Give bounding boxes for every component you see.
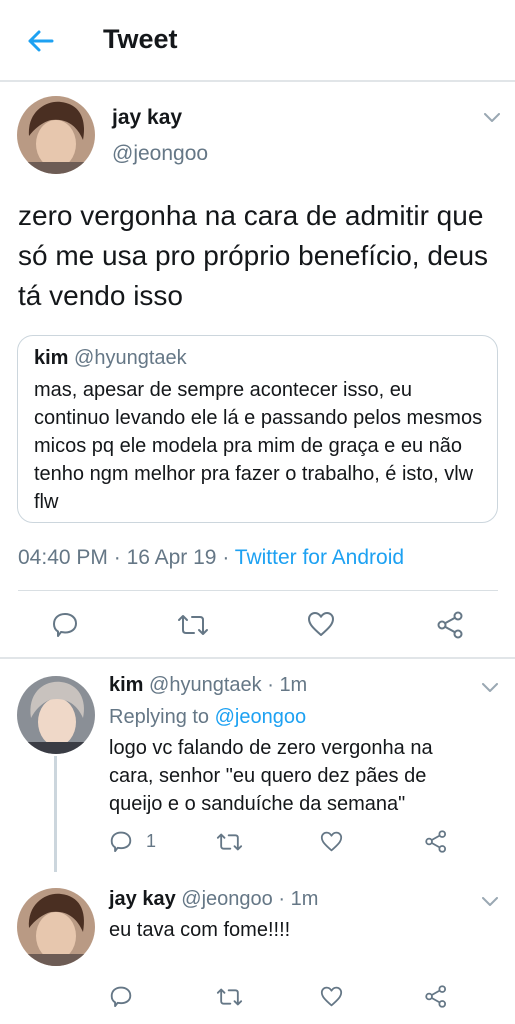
avatar-image bbox=[17, 96, 95, 174]
reply-icon bbox=[110, 986, 132, 1007]
quoted-tweet-header: kim @hyungtaek bbox=[34, 347, 187, 370]
reply-author-handle[interactable]: @hyungtaek bbox=[149, 674, 262, 696]
divider bbox=[18, 590, 498, 591]
chevron-down-icon bbox=[482, 683, 498, 692]
share-icon bbox=[437, 611, 463, 639]
reply-header: jay kay @jeongoo · 1m bbox=[109, 888, 318, 911]
meta-separator: · bbox=[222, 546, 230, 569]
avatar-image bbox=[17, 676, 95, 754]
share-icon bbox=[425, 830, 447, 853]
retweet-button[interactable] bbox=[216, 987, 243, 1007]
reply-author-handle[interactable]: @jeongoo bbox=[181, 888, 272, 910]
retweet-icon bbox=[216, 988, 243, 1006]
meta-separator: · bbox=[278, 888, 286, 910]
reply-time: 1m bbox=[290, 888, 319, 910]
replying-to-mention[interactable]: @jeongoo bbox=[215, 706, 306, 728]
tweet-menu-button[interactable] bbox=[479, 680, 501, 696]
tweet-menu-button[interactable] bbox=[481, 110, 503, 126]
avatar[interactable] bbox=[17, 888, 95, 966]
reply-button[interactable]: 1 bbox=[110, 830, 156, 852]
share-button[interactable] bbox=[425, 985, 448, 1008]
heart-icon bbox=[308, 612, 334, 636]
retweet-icon bbox=[216, 833, 243, 851]
quoted-author-name: kim bbox=[34, 347, 69, 369]
tweet-menu-button[interactable] bbox=[479, 894, 501, 910]
retweet-button[interactable] bbox=[177, 613, 209, 637]
reply-text: logo vc falando de zero vergonha na cara… bbox=[109, 737, 433, 815]
avatar[interactable] bbox=[17, 96, 95, 174]
replying-to: Replying to @jeongoo bbox=[109, 706, 306, 729]
page-title: Tweet bbox=[103, 24, 178, 54]
like-button[interactable] bbox=[307, 611, 335, 637]
author-name[interactable]: jay kay bbox=[112, 106, 182, 130]
tweet-timestamp: 04:40 PM · 16 Apr 19 · Twitter for Andro… bbox=[18, 546, 404, 570]
top-app-bar: Tweet bbox=[0, 0, 515, 82]
section-divider bbox=[0, 657, 515, 659]
author-handle[interactable]: @jeongoo bbox=[112, 142, 208, 166]
arrow-left-icon bbox=[28, 30, 54, 52]
chevron-down-icon bbox=[482, 897, 498, 906]
chevron-down-icon bbox=[484, 113, 500, 122]
meta-separator: · bbox=[113, 546, 121, 569]
quoted-author-handle: @hyungtaek bbox=[74, 347, 187, 369]
reply-icon bbox=[110, 831, 132, 852]
tweet-source-link[interactable]: Twitter for Android bbox=[235, 546, 404, 569]
reply-header: kim @hyungtaek · 1m bbox=[109, 674, 307, 697]
thread-connector bbox=[54, 756, 57, 872]
meta-separator: · bbox=[267, 674, 274, 696]
heart-icon bbox=[320, 831, 343, 852]
share-icon bbox=[425, 985, 447, 1008]
share-button[interactable] bbox=[437, 611, 465, 639]
heart-icon bbox=[320, 986, 343, 1007]
quoted-tweet-text: mas, apesar de sempre acontecer isso, eu… bbox=[34, 379, 483, 513]
like-button[interactable] bbox=[320, 986, 343, 1007]
reply-button[interactable] bbox=[52, 611, 78, 637]
reply-author-name[interactable]: kim bbox=[109, 674, 143, 696]
tweet-time: 04:40 PM bbox=[18, 546, 108, 569]
share-button[interactable] bbox=[425, 830, 448, 853]
reply-button[interactable] bbox=[110, 985, 132, 1007]
reply-icon bbox=[53, 613, 77, 637]
avatar-image bbox=[17, 888, 95, 966]
avatar[interactable] bbox=[17, 676, 95, 754]
retweet-button[interactable] bbox=[216, 832, 243, 852]
replying-to-label: Replying to bbox=[109, 706, 210, 728]
reply-author-name[interactable]: jay kay bbox=[109, 888, 176, 910]
tweet-date: 16 Apr 19 bbox=[126, 546, 217, 569]
tweet-text: zero vergonha na cara de admitir que só … bbox=[18, 200, 489, 311]
quoted-tweet[interactable]: kim @hyungtaek mas, apesar de sempre aco… bbox=[17, 335, 498, 523]
reply-time: 1m bbox=[279, 674, 308, 696]
back-button[interactable] bbox=[22, 26, 58, 56]
reply-count: 1 bbox=[146, 830, 157, 851]
reply-text: eu tava com fome!!!! bbox=[109, 919, 291, 941]
like-button[interactable] bbox=[320, 831, 343, 852]
retweet-icon bbox=[178, 615, 208, 635]
